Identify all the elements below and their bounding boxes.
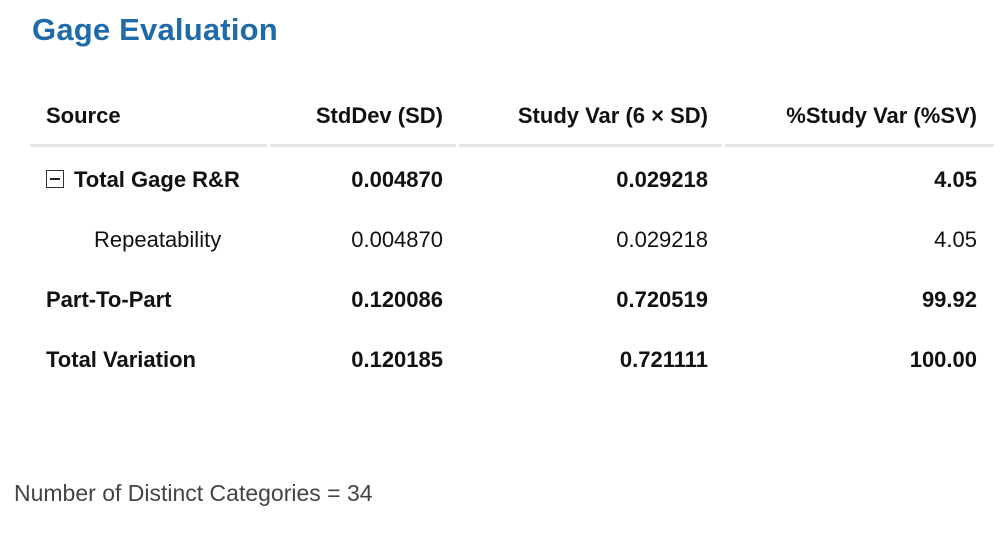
cell-pct-study-var: 4.05 [934, 167, 977, 192]
cell-study-var: 0.029218 [616, 227, 708, 252]
header-pct-study-var[interactable]: %Study Var (%SV) [786, 86, 977, 146]
cell-stddev: 0.004870 [351, 227, 443, 252]
row-source-label: Part-To-Part [46, 287, 172, 312]
table-row-repeatability: Repeatability 0.004870 0.029218 4.05 [30, 210, 994, 270]
cell-study-var: 0.029218 [616, 167, 708, 192]
cell-study-var: 0.721111 [619, 347, 708, 372]
table-row-total-gage-rr: Total Gage R&R 0.004870 0.029218 4.05 [30, 150, 994, 210]
row-source-label: Total Gage R&R [74, 167, 240, 192]
cell-stddev: 0.004870 [351, 167, 443, 192]
cell-pct-study-var: 100.00 [909, 347, 977, 372]
cell-pct-study-var: 99.92 [921, 287, 977, 312]
cell-stddev: 0.120185 [351, 347, 443, 372]
cell-study-var: 0.720519 [616, 287, 708, 312]
collapse-toggle-icon[interactable] [46, 170, 64, 189]
row-source-label: Repeatability [94, 227, 222, 252]
gage-evaluation-table: Source StdDev (SD) Study Var (6 × SD) %S… [30, 86, 994, 390]
row-source-label: Total Variation [46, 347, 196, 372]
table-row-part-to-part: Part-To-Part 0.120086 0.720519 99.92 [30, 270, 994, 330]
row-source-cell: Total Gage R&R [46, 150, 240, 210]
header-study-var[interactable]: Study Var (6 × SD) [518, 86, 708, 146]
page-title: Gage Evaluation [32, 12, 278, 47]
table-row-total-variation: Total Variation 0.120185 0.721111 100.00 [30, 330, 994, 390]
header-source[interactable]: Source [46, 86, 121, 146]
cell-pct-study-var: 4.05 [934, 227, 977, 252]
table-header-row: Source StdDev (SD) Study Var (6 × SD) %S… [30, 86, 994, 147]
header-stddev[interactable]: StdDev (SD) [316, 86, 443, 146]
distinct-categories-note: Number of Distinct Categories = 34 [14, 480, 373, 506]
cell-stddev: 0.120086 [351, 287, 443, 312]
header-divider [30, 144, 994, 147]
